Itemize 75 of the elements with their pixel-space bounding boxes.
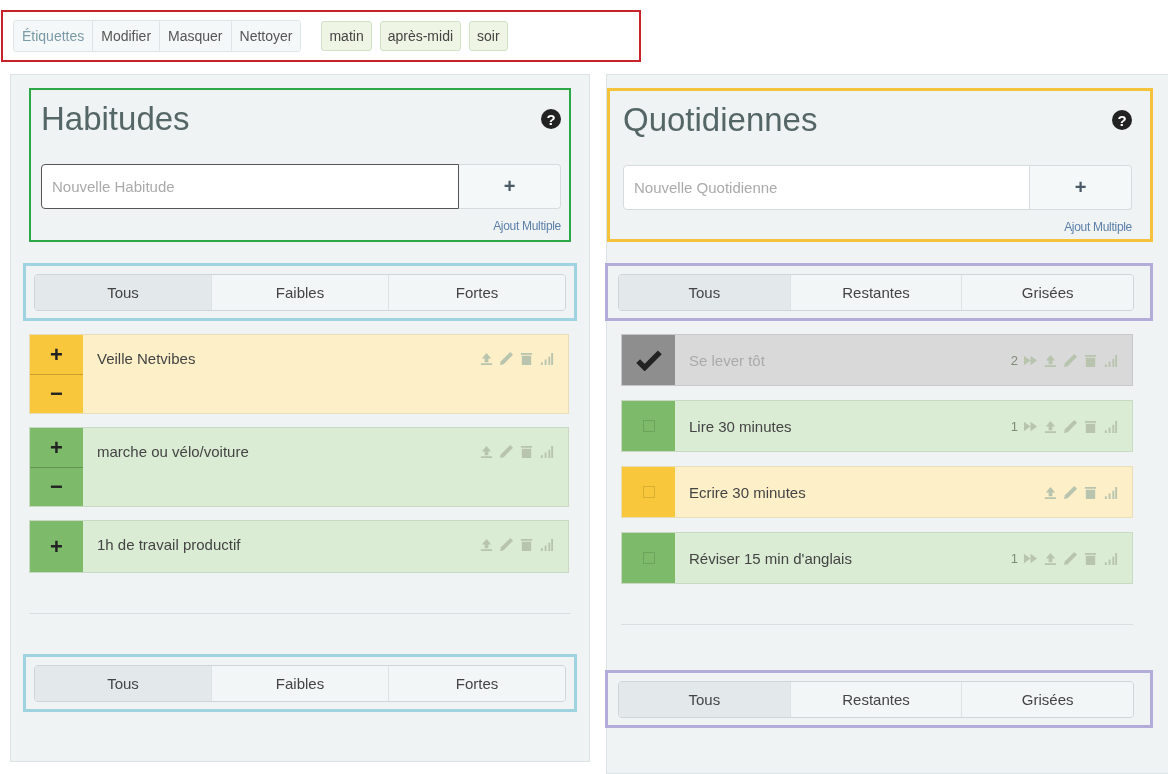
streak-count: 1 xyxy=(1010,418,1018,434)
check-icon xyxy=(635,349,662,371)
pencil-icon[interactable] xyxy=(499,444,514,459)
upload-icon[interactable] xyxy=(1043,550,1058,566)
bulk-add-link[interactable]: Ajout Multiple xyxy=(1064,220,1132,234)
pencil-icon[interactable] xyxy=(1063,418,1078,434)
upload-icon[interactable] xyxy=(479,444,494,459)
bar-chart-icon[interactable] xyxy=(539,537,554,552)
trash-icon[interactable] xyxy=(1083,418,1098,434)
trash-icon[interactable] xyxy=(519,444,534,459)
toolbar-button[interactable]: Nettoyer xyxy=(231,21,301,51)
streak-count: 1 xyxy=(1010,550,1018,566)
upload-icon[interactable] xyxy=(479,351,494,366)
bar-chart-icon[interactable] xyxy=(539,444,554,459)
toolbar-button[interactable]: Masquer xyxy=(160,21,232,51)
habit-text: marche ou vélo/voiture xyxy=(96,442,250,460)
upload-icon[interactable] xyxy=(1043,484,1058,500)
habit-text: 1h de travail productif xyxy=(96,535,242,553)
tag-button[interactable]: soir xyxy=(469,21,508,51)
bar-chart-icon[interactable] xyxy=(539,351,554,366)
upload-icon[interactable] xyxy=(1043,418,1058,434)
help-icon[interactable]: ? xyxy=(1112,110,1132,130)
trash-icon[interactable] xyxy=(519,537,534,552)
filter-tab[interactable]: Restantes xyxy=(790,274,963,310)
filter-tab[interactable]: Faibles xyxy=(212,274,389,310)
daily-text: Ecrire 30 minutes xyxy=(688,483,807,503)
daily-text: Réviser 15 min d'anglais xyxy=(688,549,853,569)
filter-tab[interactable]: Grisées xyxy=(962,274,1133,310)
streak-count: 2 xyxy=(1010,352,1018,368)
plus-button[interactable]: + xyxy=(30,428,83,467)
pencil-icon[interactable] xyxy=(1063,484,1078,500)
toolbar-button[interactable]: Modifier xyxy=(93,21,161,51)
filter-tab[interactable]: Fortes xyxy=(389,274,565,310)
tag-button[interactable]: matin xyxy=(321,21,372,51)
habit-text: Veille Netvibes xyxy=(96,349,197,367)
upload-icon[interactable] xyxy=(1043,352,1058,368)
minus-button[interactable]: − xyxy=(30,467,83,506)
bar-chart-icon[interactable] xyxy=(1103,352,1118,368)
trash-icon[interactable] xyxy=(1083,550,1098,566)
plus-button[interactable]: + xyxy=(30,335,83,374)
checkbox[interactable] xyxy=(622,533,675,583)
add-button[interactable]: + xyxy=(459,164,561,209)
daily-text: Lire 30 minutes xyxy=(688,417,793,437)
new-task-field[interactable]: Nouvelle Habitude xyxy=(41,164,459,209)
trash-icon[interactable] xyxy=(519,351,534,366)
checkbox[interactable] xyxy=(622,467,675,517)
checkbox[interactable] xyxy=(622,401,675,451)
pencil-icon[interactable] xyxy=(1063,352,1078,368)
trash-icon[interactable] xyxy=(1083,352,1098,368)
pencil-icon[interactable] xyxy=(499,537,514,552)
filter-tab[interactable]: Tous xyxy=(35,274,212,310)
pencil-icon[interactable] xyxy=(499,351,514,366)
filter-tab[interactable]: Tous xyxy=(619,681,791,717)
bar-chart-icon[interactable] xyxy=(1103,484,1118,500)
filter-tab[interactable]: Tous xyxy=(35,665,212,701)
filter-tab[interactable]: Tous xyxy=(619,274,791,310)
filter-tab[interactable]: Faibles xyxy=(212,665,389,701)
column-title: Habitudes xyxy=(41,100,190,138)
empty-box-icon xyxy=(642,486,655,498)
filter-tab[interactable]: Restantes xyxy=(790,681,963,717)
filter-tab[interactable]: Grisées xyxy=(962,681,1133,717)
pencil-icon[interactable] xyxy=(1063,550,1078,566)
upload-icon[interactable] xyxy=(479,537,494,552)
bar-chart-icon[interactable] xyxy=(1103,550,1118,566)
column-title: Quotidiennes xyxy=(623,101,818,139)
tag-button[interactable]: après-midi xyxy=(379,21,462,51)
add-button[interactable]: + xyxy=(1030,165,1132,210)
bulk-add-link[interactable]: Ajout Multiple xyxy=(493,219,561,233)
trash-icon[interactable] xyxy=(1083,484,1098,500)
plus-button[interactable]: + xyxy=(30,521,83,572)
checkbox[interactable] xyxy=(622,335,675,385)
minus-button[interactable]: − xyxy=(30,374,83,413)
filter-tab[interactable]: Fortes xyxy=(389,665,565,701)
help-icon[interactable]: ? xyxy=(541,109,561,129)
bar-chart-icon[interactable] xyxy=(1103,418,1118,434)
